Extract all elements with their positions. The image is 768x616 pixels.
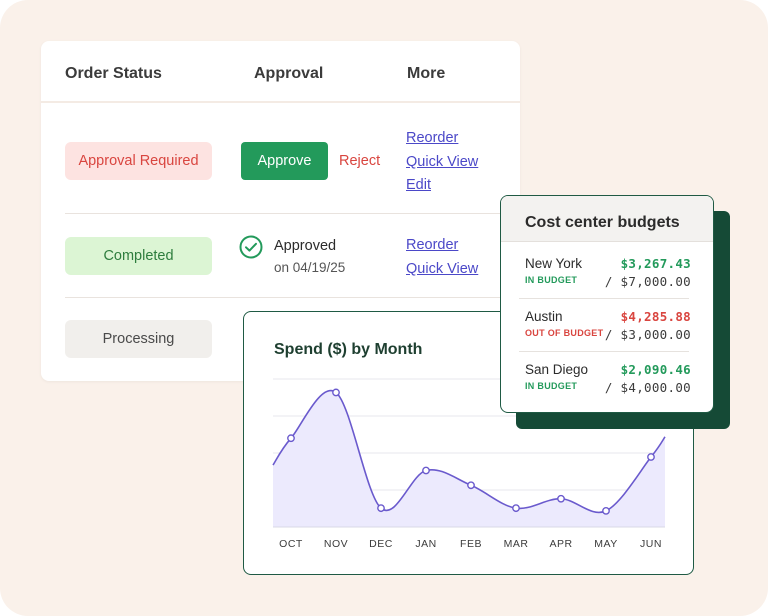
quick-view-link[interactable]: Quick View (406, 154, 478, 170)
budget-total: / $4,000.00 (604, 380, 691, 395)
approve-button[interactable]: Approve (241, 142, 328, 180)
x-tick-label: DEC (369, 538, 393, 550)
budget-spent: $4,285.88 (620, 309, 691, 324)
reorder-link[interactable]: Reorder (406, 237, 458, 253)
approved-label: Approved (274, 238, 337, 254)
column-header-order-status: Order Status (65, 65, 162, 82)
edit-link[interactable]: Edit (406, 177, 431, 193)
cost-center-budgets-card: Cost center budgets New York IN BUDGET $… (500, 195, 714, 413)
background-canvas: Order Status Approval More Approval Requ… (0, 0, 768, 616)
budget-card-header: Cost center budgets (501, 196, 713, 242)
status-badge: Approval Required (65, 142, 212, 180)
data-point-apr (557, 494, 565, 503)
x-tick-label: JAN (415, 538, 436, 550)
data-point-may (602, 506, 610, 515)
budget-row: New York IN BUDGET $3,267.43 / $7,000.00 (501, 246, 713, 298)
x-tick-label: JUN (640, 538, 662, 550)
budget-status: OUT OF BUDGET (525, 328, 604, 338)
x-tick-label: MAR (504, 538, 529, 550)
status-badge: Processing (65, 320, 212, 358)
budget-row: San Diego IN BUDGET $2,090.46 / $4,000.0… (501, 352, 713, 404)
reject-button[interactable]: Reject (339, 153, 380, 169)
budget-card-title: Cost center budgets (525, 214, 680, 231)
budget-spent: $2,090.46 (620, 362, 691, 377)
data-point-oct (287, 434, 295, 443)
data-point-nov (332, 388, 340, 397)
column-header-more: More (407, 65, 446, 82)
budget-spent: $3,267.43 (620, 256, 691, 271)
x-tick-label: OCT (279, 538, 303, 550)
table-row: Completed Approved on 04/19/25 Reorder Q… (41, 214, 520, 298)
data-point-jan (422, 466, 430, 475)
data-point-dec (377, 504, 385, 513)
budget-status: IN BUDGET (525, 381, 578, 391)
quick-view-link[interactable]: Quick View (406, 261, 478, 277)
budget-total: / $7,000.00 (604, 274, 691, 289)
budget-city: San Diego (525, 362, 589, 377)
column-header-approval: Approval (254, 65, 324, 82)
data-point-jun (647, 453, 655, 461)
budget-total: / $3,000.00 (604, 327, 691, 342)
x-tick-label: MAY (594, 538, 617, 550)
check-circle-icon (239, 235, 263, 259)
table-row: Approval Required Approve Reject Reorder… (41, 103, 520, 213)
reorder-link[interactable]: Reorder (406, 130, 458, 146)
budget-city: New York (525, 256, 583, 271)
budget-status: IN BUDGET (525, 275, 578, 285)
data-point-mar (512, 504, 520, 513)
data-point-feb (467, 481, 475, 490)
status-badge: Completed (65, 237, 212, 275)
orders-table-header: Order Status Approval More (41, 41, 520, 103)
x-tick-label: NOV (324, 538, 348, 550)
approved-date: on 04/19/25 (274, 260, 346, 275)
budget-city: Austin (525, 309, 563, 324)
x-tick-label: APR (549, 538, 572, 550)
x-tick-label: FEB (460, 538, 482, 550)
budget-row: Austin OUT OF BUDGET $4,285.88 / $3,000.… (501, 299, 713, 351)
